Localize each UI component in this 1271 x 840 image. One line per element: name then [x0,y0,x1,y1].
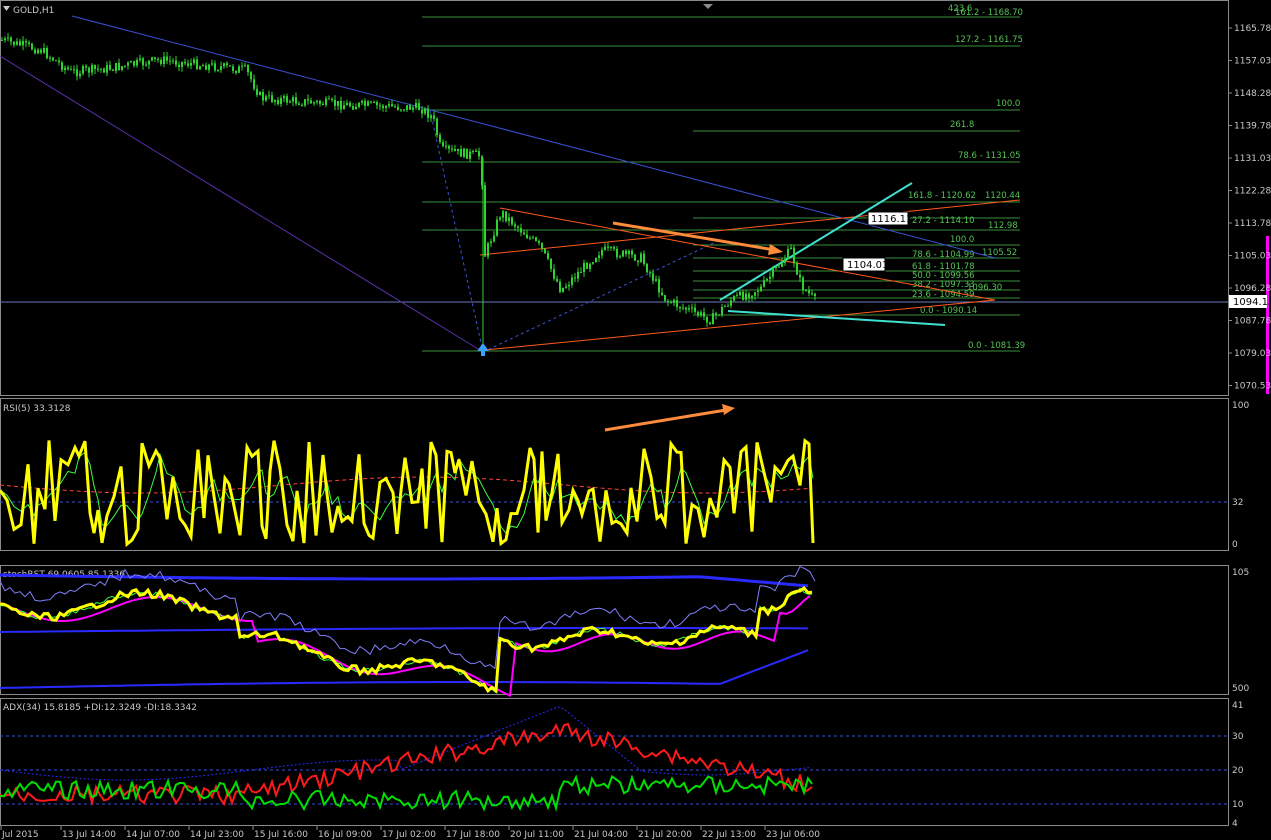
fib-label: 100.0 [996,99,1020,109]
price-axis-label: 1087.78 [1234,317,1271,327]
rsi-level-label: 32 [1232,498,1243,508]
price-tag-1: 1116.11 [871,214,912,225]
time-axis-label: 17 Jul 02:00 [382,830,436,840]
time-axis-label: 20 Jul 11:00 [510,830,564,840]
price-axis-label: 1079.03 [1234,349,1271,359]
time-axis-label: 16 Jul 09:00 [318,830,372,840]
price-axis-label: 1131.03 [1234,154,1271,164]
price-axis-label: 1113.78 [1234,219,1271,229]
fib-label: 0.0 - 1090.14 [920,306,977,316]
stoch-level-label: 105 [1232,568,1249,578]
current-price-label: 1094.15 [1233,297,1271,308]
rsi-level-label: 100 [1232,401,1249,411]
time-axis-label: 13 Jul 14:00 [62,830,116,840]
fib-label: 112.98 [988,221,1018,231]
adx-title: ADX(34) 15.8185 +DI:12.3249 -DI:18.3342 [3,703,197,713]
time-axis-label: 14 Jul 23:00 [190,830,244,840]
price-axis-label: 1157.03 [1234,57,1271,67]
time-axis-label: 17 Jul 18:00 [446,830,500,840]
fib-label: 27.2 - 1114.10 [912,216,975,226]
stoch-level-label: 500 [1232,684,1249,694]
fib-label: 0.0 - 1081.39 [968,341,1025,351]
time-axis-label: Jul 2015 [1,830,39,840]
adx-level-label: 20 [1232,766,1244,776]
time-axis-label: 21 Jul 04:00 [574,830,628,840]
price-tag-2: 1104.01 [847,260,888,271]
price-axis-label: 1105.03 [1234,252,1271,262]
fib-label: 1120.44 [985,191,1020,201]
rsi-title: RSI(5) 33.3128 [3,404,71,414]
symbol-label: GOLD,H1 [13,6,54,16]
fib-label: 127.2 - 1161.75 [955,35,1023,45]
time-axis-label: 23 Jul 06:00 [766,830,820,840]
adx-level-label: 4 [1232,819,1238,829]
fib-label: 23.6 - 1094.59 [912,290,975,300]
fib-label: 78.6 - 1131.05 [958,151,1021,161]
time-axis-label: 15 Jul 16:00 [254,830,308,840]
rsi-level-label: 0 [1232,540,1238,550]
price-axis-label: 1148.28 [1234,89,1271,99]
fib-label: 100.0 [950,235,974,245]
price-axis-label: 1122.28 [1234,187,1271,197]
trading-chart[interactable]: GOLD,H1 RSI(5) 33.3128 stochRST 69.0605 … [0,0,1271,840]
fib-label: 78.6 - 1104.99 [912,250,975,260]
adx-level-label: 41 [1232,701,1243,711]
adx-level-label: 10 [1232,800,1244,810]
fib-label: 38.2 - 1097.33 [912,280,975,290]
adx-level-label: 30 [1232,732,1244,742]
fib-label: 161.8 - 1120.62 [908,191,976,201]
fib-label: 1105.52 [982,248,1017,258]
time-axis-label: 22 Jul 13:00 [702,830,756,840]
price-axis-label: 1139.78 [1234,122,1271,132]
fib-label: 261.8 [950,120,974,130]
fib-label: 161.2 - 1168.70 [955,8,1023,18]
price-axis-label: 1165.78 [1234,24,1271,34]
time-axis-label: 21 Jul 20:00 [638,830,692,840]
price-axis-label: 1096.28 [1234,284,1271,294]
price-axis-label: 1070.53 [1234,382,1271,392]
time-axis-label: 14 Jul 07:00 [126,830,180,840]
